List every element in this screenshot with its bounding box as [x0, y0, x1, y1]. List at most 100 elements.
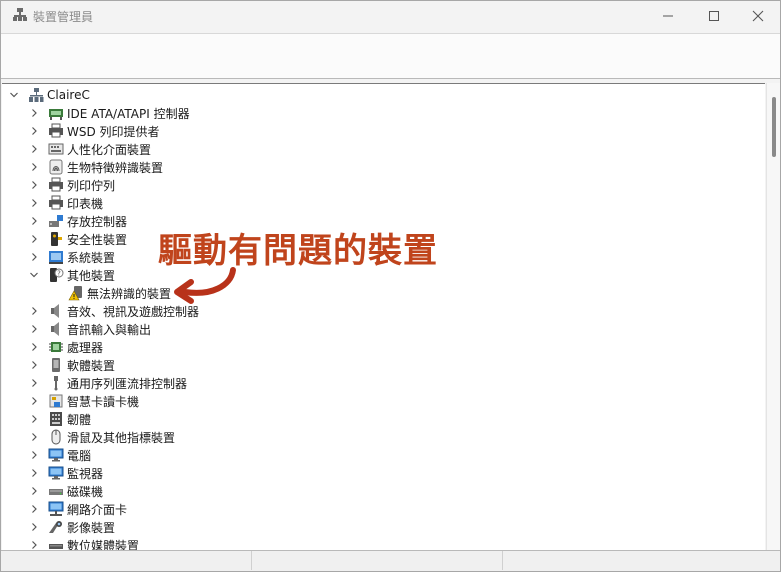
tree-item-label: 滑鼠及其他指標裝置 — [67, 430, 176, 445]
scrollbar-thumb[interactable] — [772, 97, 776, 157]
software-device-icon — [48, 357, 64, 373]
camera-icon — [48, 519, 64, 535]
chevron-right-icon[interactable] — [28, 122, 40, 140]
tree-item-label: 其他裝置 — [67, 268, 116, 283]
chevron-right-icon[interactable] — [28, 482, 40, 500]
chevron-right-icon[interactable] — [28, 158, 40, 176]
tree-item[interactable]: 網路介面卡 — [28, 500, 127, 518]
tree-item-label: ClaireC — [47, 88, 90, 102]
tree-item[interactable]: 韌體 — [28, 410, 91, 428]
tree-item[interactable]: 滑鼠及其他指標裝置 — [28, 428, 175, 446]
status-bar — [1, 550, 780, 571]
chevron-right-icon[interactable] — [28, 194, 40, 212]
chevron-right-icon[interactable] — [28, 356, 40, 374]
tree-item-label: 印表機 — [67, 196, 104, 211]
tree-item[interactable]: 智慧卡讀卡機 — [28, 392, 139, 410]
close-button[interactable] — [735, 1, 780, 31]
chevron-right-icon[interactable] — [28, 392, 40, 410]
chevron-right-icon[interactable] — [28, 374, 40, 392]
chevron-right-icon[interactable] — [28, 302, 40, 320]
chevron-right-icon[interactable] — [28, 464, 40, 482]
tree-item-label: 韌體 — [67, 412, 92, 427]
chevron-right-icon[interactable] — [28, 446, 40, 464]
chevron-right-icon[interactable] — [28, 176, 40, 194]
status-segment — [1, 551, 252, 570]
storage-controller-icon — [48, 213, 64, 229]
tree-item[interactable]: 軟體裝置 — [28, 356, 115, 374]
tree-item-label: 無法辨識的裝置 — [87, 286, 172, 301]
tree-item[interactable]: 系統裝置 — [28, 248, 115, 266]
tree-item-label: 智慧卡讀卡機 — [67, 394, 140, 409]
tree-item[interactable]: 生物特徵辨識裝置 — [28, 158, 163, 176]
minimize-button[interactable] — [645, 1, 691, 31]
tree-item[interactable]: 音訊輸入與輸出 — [28, 320, 151, 338]
tree-item[interactable]: WSD 列印提供者 — [28, 122, 160, 140]
tree-item[interactable]: 存放控制器 — [28, 212, 127, 230]
tree-item-label: IDE ATA/ATAPI 控制器 — [67, 106, 190, 121]
tree-item[interactable]: 處理器 — [28, 338, 103, 356]
smartcard-icon — [48, 393, 64, 409]
processor-icon — [48, 339, 64, 355]
tree-item-label: 處理器 — [67, 340, 104, 355]
tree-item[interactable]: 列印佇列 — [28, 176, 115, 194]
tree-item[interactable]: 印表機 — [28, 194, 103, 212]
tree-item[interactable]: 監視器 — [28, 464, 103, 482]
annotation-text: 驅動有問題的裝置 — [158, 231, 438, 271]
vertical-scrollbar[interactable] — [766, 83, 780, 550]
tree-item-label: 存放控制器 — [67, 214, 128, 229]
tree-item-label: 通用序列匯流排控制器 — [67, 376, 188, 391]
chevron-right-icon[interactable] — [28, 140, 40, 158]
tree-item[interactable]: ClaireC — [8, 86, 90, 104]
chevron-right-icon[interactable] — [28, 230, 40, 248]
chevron-right-icon[interactable] — [28, 410, 40, 428]
tree-item[interactable]: 電腦 — [28, 446, 91, 464]
chevron-down-icon[interactable] — [8, 86, 20, 104]
usb-icon — [48, 375, 64, 391]
chevron-right-icon[interactable] — [28, 428, 40, 446]
tree-item[interactable]: 人性化介面裝置 — [28, 140, 151, 158]
printer-icon — [48, 123, 64, 139]
tree-item[interactable]: 影像裝置 — [28, 518, 115, 536]
tree-item[interactable]: ? 其他裝置 — [28, 266, 115, 284]
chevron-right-icon[interactable] — [28, 320, 40, 338]
warning-device-icon — [68, 285, 84, 301]
tree-item[interactable]: 數位媒體裝置 — [28, 536, 139, 551]
chevron-right-icon[interactable] — [28, 248, 40, 266]
tree-item[interactable]: 安全性裝置 — [28, 230, 127, 248]
computer-icon — [28, 87, 44, 103]
chevron-right-icon[interactable] — [28, 500, 40, 518]
annotation-arrow-icon — [174, 267, 236, 304]
disk-drive-icon — [48, 483, 64, 499]
hid-icon — [48, 141, 64, 157]
security-key-icon — [48, 231, 64, 247]
svg-text:?: ? — [57, 270, 61, 278]
tree-item-label: WSD 列印提供者 — [67, 124, 160, 139]
tree-item-label: 磁碟機 — [67, 484, 104, 499]
tree-item-label: 音訊輸入與輸出 — [67, 322, 152, 337]
title-bar: 裝置管理員 — [1, 1, 780, 33]
device-manager-app-icon — [12, 7, 28, 23]
tree-item-label: 生物特徵辨識裝置 — [67, 160, 164, 175]
chevron-right-icon[interactable] — [28, 338, 40, 356]
tree-item-label: 系統裝置 — [67, 250, 116, 265]
maximize-button[interactable] — [691, 1, 737, 31]
media-device-icon — [48, 537, 64, 551]
tree-item[interactable]: IDE ATA/ATAPI 控制器 — [28, 104, 190, 122]
system-device-icon — [48, 249, 64, 265]
printer-icon — [48, 177, 64, 193]
chevron-right-icon[interactable] — [28, 212, 40, 230]
tree-item[interactable]: 無法辨識的裝置 — [48, 284, 171, 302]
ide-controller-icon — [48, 105, 64, 121]
chevron-right-icon[interactable] — [28, 536, 40, 551]
tree-item-label: 人性化介面裝置 — [67, 142, 152, 157]
unknown-device-icon: ? — [48, 267, 64, 283]
chevron-right-icon[interactable] — [28, 104, 40, 122]
chevron-right-icon[interactable] — [28, 518, 40, 536]
tree-item[interactable]: 通用序列匯流排控制器 — [28, 374, 187, 392]
printer-icon — [48, 195, 64, 211]
tree-item-label: 監視器 — [67, 466, 104, 481]
tree-item[interactable]: 磁碟機 — [28, 482, 103, 500]
fingerprint-icon — [48, 159, 64, 175]
chevron-down-icon[interactable] — [28, 266, 40, 284]
tree-item-label: 數位媒體裝置 — [67, 538, 140, 552]
